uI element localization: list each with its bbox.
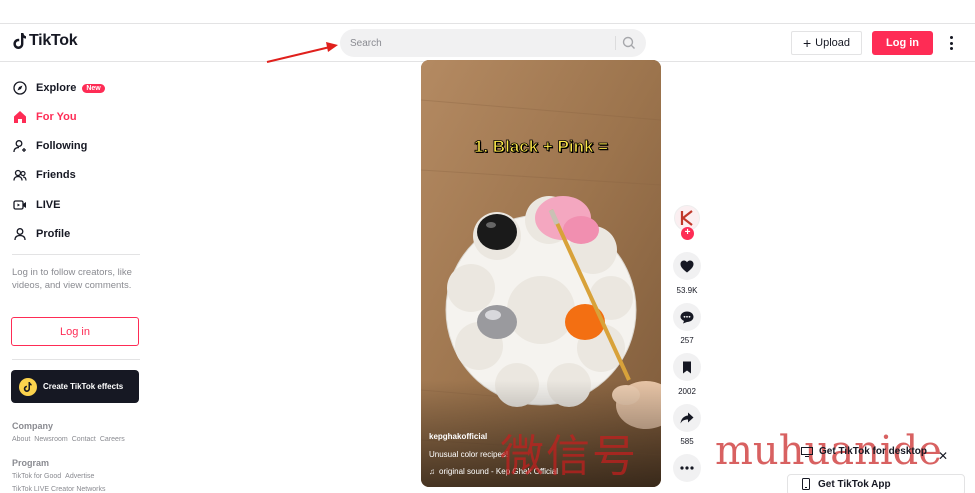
bookmark-icon: [683, 361, 691, 373]
like-count: 53.9K: [676, 286, 698, 295]
follow-plus-icon[interactable]: +: [681, 227, 694, 240]
sidebar-divider: [12, 359, 140, 360]
share-icon: [680, 412, 694, 424]
sidebar-item-profile[interactable]: Profile: [12, 223, 70, 245]
video-overlay-title: 1. Black + Pink =: [473, 137, 609, 157]
footer-company-title: Company: [12, 421, 54, 431]
save-button[interactable]: [673, 353, 701, 381]
footer-link[interactable]: TikTok LIVE Creator Networks: [12, 486, 106, 493]
comment-count: 257: [680, 336, 694, 345]
footer-program-title: Program: [12, 458, 50, 468]
sidebar-item-label: LIVE: [36, 199, 61, 211]
home-icon: [12, 109, 28, 125]
footer-link[interactable]: TikTok for Good: [12, 473, 61, 480]
login-button-sidebar[interactable]: Log in: [11, 317, 139, 346]
get-app-button[interactable]: Get TikTok App: [802, 478, 891, 490]
get-app-label: Get TikTok App: [818, 478, 891, 490]
video-sound[interactable]: ♫ original sound - Kep Ghak Official: [429, 467, 558, 476]
sidebar: Explore New For You Following Friends LI…: [0, 63, 150, 493]
search-icon[interactable]: [622, 36, 636, 55]
tiktok-logo-icon: [13, 33, 26, 49]
person-icon: [12, 226, 28, 242]
save-count: 2002: [678, 387, 696, 396]
new-badge: New: [82, 83, 105, 93]
video-player[interactable]: 1. Black + Pink = kepghakofficial Unusua…: [421, 60, 661, 487]
sidebar-item-label: For You: [36, 111, 77, 123]
effects-label: Create TikTok effects: [43, 382, 124, 391]
sidebar-item-explore[interactable]: Explore New: [12, 77, 105, 99]
sound-label: original sound - Kep Ghak Official: [439, 467, 559, 476]
ellipsis-icon: [680, 466, 694, 470]
video-username[interactable]: kepghakofficial: [429, 432, 487, 441]
music-note-icon: ♫: [429, 467, 435, 476]
footer-link[interactable]: Careers: [100, 436, 125, 443]
get-desktop-label: Get TikTok for desktop: [819, 446, 927, 457]
sidebar-item-friends[interactable]: Friends: [12, 164, 76, 186]
sidebar-item-live[interactable]: LIVE: [12, 194, 60, 216]
upload-button[interactable]: + Upload: [791, 31, 862, 55]
search-input[interactable]: [350, 37, 610, 49]
search-bar[interactable]: [340, 29, 646, 57]
friends-icon: [12, 167, 28, 183]
like-button[interactable]: [673, 252, 701, 280]
share-count: 585: [680, 437, 694, 446]
footer-link[interactable]: Newsroom: [34, 436, 67, 443]
sidebar-divider: [12, 254, 140, 255]
sidebar-item-label: Friends: [36, 169, 76, 181]
footer-link[interactable]: Contact: [72, 436, 96, 443]
sidebar-item-label: Profile: [36, 228, 71, 240]
person-add-icon: [12, 138, 28, 154]
share-button[interactable]: [673, 404, 701, 432]
more-menu-icon[interactable]: [946, 34, 956, 52]
sidebar-item-for-you[interactable]: For You: [12, 106, 77, 128]
live-icon: [12, 197, 28, 213]
plus-icon: +: [802, 35, 812, 51]
close-icon[interactable]: ✕: [938, 449, 948, 463]
sidebar-item-label: Explore: [36, 82, 77, 94]
sidebar-item-following[interactable]: Following: [12, 135, 87, 157]
comment-icon: [680, 311, 694, 323]
get-desktop-link[interactable]: Get TikTok for desktop: [801, 446, 927, 457]
effects-icon: [19, 377, 37, 396]
footer-link[interactable]: About: [12, 436, 30, 443]
footer-program-links: TikTok for Good Advertise: [12, 473, 94, 480]
sidebar-item-label: Following: [36, 140, 88, 152]
more-actions-button[interactable]: [673, 454, 701, 482]
comment-button[interactable]: [673, 303, 701, 331]
browser-top-strip: [0, 0, 975, 24]
phone-icon: [802, 478, 810, 490]
tiktok-logo[interactable]: TikTok: [12, 32, 78, 50]
upload-label: Upload: [815, 37, 851, 49]
login-hint-text: Log in to follow creators, like videos, …: [12, 267, 132, 291]
footer-company-links: About Newsroom Contact Careers: [12, 436, 125, 443]
footer-program-links-2: TikTok LIVE Creator Networks: [12, 486, 106, 493]
heart-icon: [680, 260, 694, 272]
search-divider: [615, 36, 616, 50]
logo-text: TikTok: [29, 32, 78, 49]
create-effects-button[interactable]: Create TikTok effects: [11, 370, 139, 403]
video-frame-image: [421, 60, 661, 487]
video-description: Unusual color recipes!: [429, 450, 509, 459]
compass-icon: [12, 80, 28, 96]
login-button-top[interactable]: Log in: [872, 31, 933, 55]
monitor-icon: [801, 446, 813, 457]
top-header: TikTok + Upload Log in: [0, 24, 975, 62]
footer-link[interactable]: Advertise: [65, 473, 94, 480]
